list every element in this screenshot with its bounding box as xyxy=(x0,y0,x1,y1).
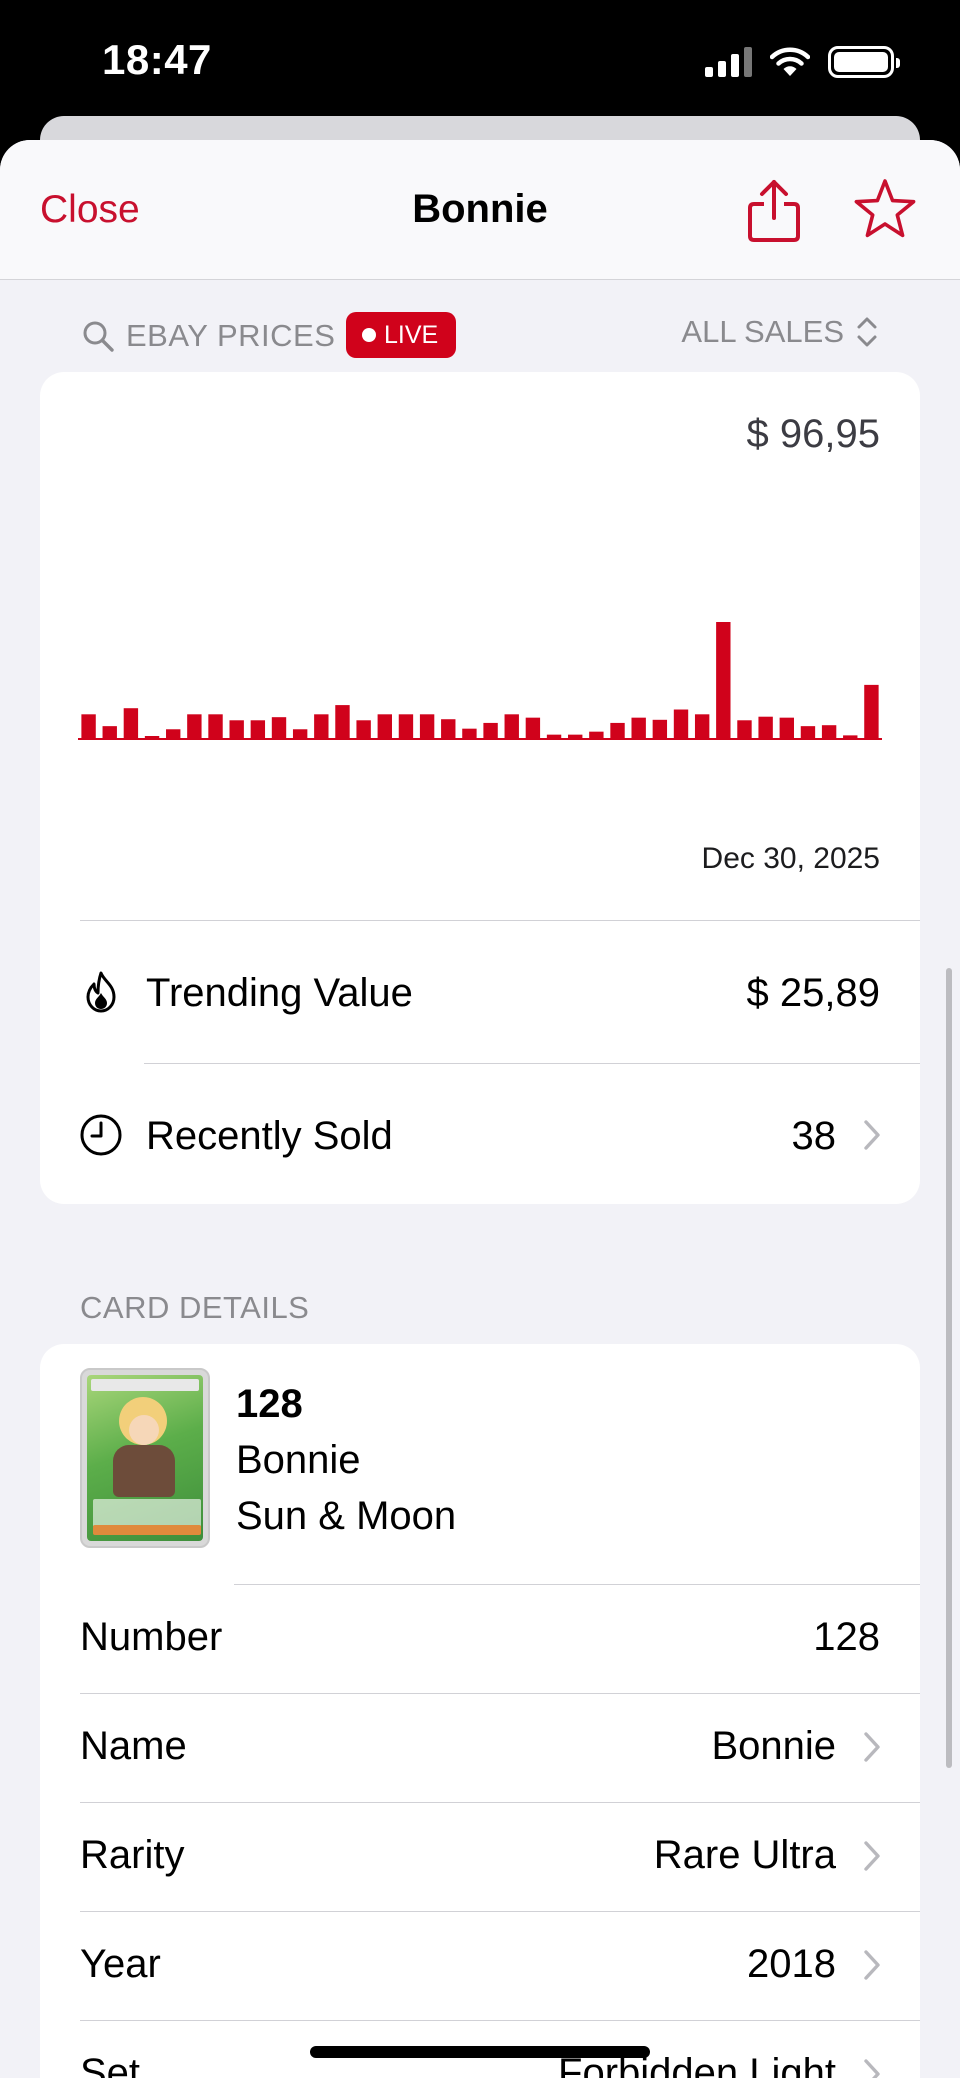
detail-label: Set xyxy=(80,2051,141,2078)
chart-bar xyxy=(292,729,308,738)
recently-sold-count: 38 xyxy=(791,1114,837,1158)
sales-filter-label: ALL SALES xyxy=(681,314,844,349)
chart-bar xyxy=(335,705,350,738)
status-icons xyxy=(705,44,900,80)
chart-bar xyxy=(673,709,689,738)
chart-bar xyxy=(102,726,117,738)
ebay-prices-label: EBAY PRICES xyxy=(126,318,336,353)
recently-sold-label: Recently Sold xyxy=(146,1114,393,1158)
chevron-right-icon xyxy=(864,1120,880,1150)
chart-bar xyxy=(81,714,96,738)
chart-bar xyxy=(610,722,625,738)
chart-bar xyxy=(525,717,541,738)
navigation-bar: Close Bonnie xyxy=(0,140,960,280)
trending-value-row: Trending Value $ 25,89 xyxy=(40,921,920,1063)
detail-value: Rare Ultra xyxy=(653,1833,836,1877)
ebay-prices-header: EBAY PRICES LIVE ALL SALES xyxy=(0,308,960,362)
detail-row-rarity[interactable]: Rarity Rare Ultra xyxy=(40,1803,920,1911)
chart-bar xyxy=(462,728,477,738)
flame-icon xyxy=(86,971,116,1013)
chart-bar xyxy=(441,719,456,738)
detail-row-year[interactable]: Year 2018 xyxy=(40,1912,920,2020)
home-indicator[interactable] xyxy=(310,2046,650,2058)
trending-value-label: Trending Value xyxy=(146,971,413,1015)
chart-bar xyxy=(250,720,266,738)
chevron-right-icon xyxy=(864,1841,880,1871)
cellular-signal-icon xyxy=(705,47,752,77)
chart-bar xyxy=(864,684,879,738)
chart-bar xyxy=(208,714,223,738)
detail-value: 128 xyxy=(813,1615,880,1659)
chart-bar xyxy=(483,722,498,738)
card-image[interactable] xyxy=(80,1368,210,1548)
detail-label: Name xyxy=(80,1724,187,1768)
status-bar: 18:47 xyxy=(0,0,960,120)
chart-bar xyxy=(419,714,435,738)
chart-bar xyxy=(229,720,244,738)
price-bar-chart[interactable] xyxy=(40,372,920,842)
chart-bar xyxy=(377,714,392,738)
chart-end-date: Dec 30, 2025 xyxy=(701,842,880,875)
battery-icon xyxy=(828,46,900,78)
close-button[interactable]: Close xyxy=(40,188,140,232)
star-icon[interactable] xyxy=(852,176,918,242)
detail-row-name[interactable]: Name Bonnie xyxy=(40,1694,920,1802)
chart-bar xyxy=(314,714,329,738)
card-summary-name: Bonnie xyxy=(236,1438,361,1482)
chart-bar xyxy=(694,714,710,738)
chart-bar xyxy=(568,734,583,738)
recently-sold-row[interactable]: Recently Sold 38 xyxy=(40,1064,920,1204)
chart-bar xyxy=(166,729,181,738)
chart-bar xyxy=(271,717,287,738)
card-details-list: 128 Bonnie Sun & Moon Number 128 Name Bo… xyxy=(40,1344,920,2078)
search-icon xyxy=(83,321,114,352)
chart-bar xyxy=(737,720,752,738)
card-details-header: CARD DETAILS xyxy=(80,1290,310,1325)
detail-row-number: Number 128 xyxy=(40,1585,920,1693)
chevron-right-icon xyxy=(864,1950,880,1980)
detail-label: Rarity xyxy=(80,1833,185,1877)
chart-bar xyxy=(504,714,519,738)
chart-bar xyxy=(779,717,794,738)
clock-icon xyxy=(80,1114,122,1156)
share-icon[interactable] xyxy=(744,176,804,246)
chart-bar xyxy=(187,714,202,738)
chart-bar xyxy=(800,726,816,738)
chart-bar xyxy=(589,731,604,738)
detail-value: 2018 xyxy=(747,1942,836,1986)
chart-bar xyxy=(843,735,858,738)
page-title: Bonnie xyxy=(412,187,548,231)
detail-label: Number xyxy=(80,1615,223,1659)
chevron-up-down-icon xyxy=(857,317,877,347)
status-time: 18:47 xyxy=(102,36,212,83)
card-summary-number: 128 xyxy=(236,1382,303,1426)
detail-label: Year xyxy=(80,1942,161,1986)
price-chart-card: $ 96,95 Dec 30, 2025 Trending Value $ 25… xyxy=(40,372,920,1204)
detail-value: Bonnie xyxy=(711,1724,836,1768)
chart-bar xyxy=(398,714,414,738)
chart-bar xyxy=(356,720,371,738)
wifi-icon xyxy=(770,47,810,76)
chart-bar xyxy=(631,717,646,738)
scrollbar[interactable] xyxy=(946,968,952,1768)
chart-bar xyxy=(758,716,773,738)
chart-bar xyxy=(546,734,562,738)
live-label: LIVE xyxy=(384,320,439,349)
chart-bar xyxy=(144,736,160,738)
chart-bar xyxy=(123,708,139,738)
card-detail-sheet: Close Bonnie EBAY PRICES LIVE ALL SALES xyxy=(0,140,960,2078)
sales-filter-selector[interactable]: ALL SALES xyxy=(681,314,880,350)
trending-value-amount: $ 25,89 xyxy=(746,971,880,1015)
live-badge: LIVE xyxy=(346,312,457,358)
chart-bar xyxy=(821,725,837,738)
live-dot-icon xyxy=(362,328,376,342)
chart-bar xyxy=(652,719,668,738)
chart-bar xyxy=(716,622,731,738)
card-summary-set: Sun & Moon xyxy=(236,1494,457,1538)
chevron-right-icon xyxy=(864,2059,880,2078)
chevron-right-icon xyxy=(864,1732,880,1762)
